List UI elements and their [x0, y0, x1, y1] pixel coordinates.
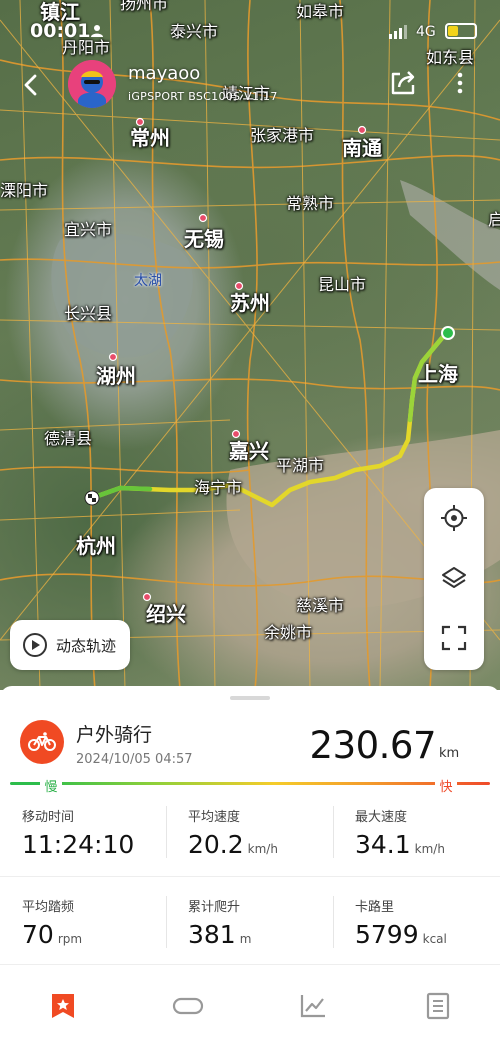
route-end-marker	[84, 490, 100, 506]
map-label: 无锡	[184, 227, 224, 251]
activity-datetime: 2024/10/05 04:57	[76, 752, 193, 767]
share-icon	[391, 71, 415, 95]
stat-label: 最大速度	[355, 810, 408, 825]
stat-label: 卡路里	[355, 900, 395, 915]
activity-type-badge	[20, 720, 64, 764]
username: mayaoo	[128, 63, 201, 84]
map-label: 上海	[418, 362, 458, 386]
layers-icon	[442, 567, 466, 588]
more-vertical-icon	[457, 72, 463, 94]
device-name: iGPSPORT BSC100S V1.17	[128, 90, 278, 103]
map-label: 常州	[130, 126, 170, 150]
stat-elevation-gain: 累计爬升 381 m	[188, 896, 354, 966]
stat-max-speed: 最大速度 34.1 km/h	[355, 806, 500, 876]
map-label: 慈溪市	[296, 596, 345, 615]
stat-value: 11:24:10	[22, 830, 135, 859]
more-button[interactable]	[450, 68, 470, 98]
map-label: 长兴县	[64, 304, 113, 323]
route-icon	[172, 997, 203, 1015]
map-label: 溧阳市	[0, 181, 49, 200]
person-icon	[91, 25, 103, 37]
battery-level	[448, 26, 458, 36]
nav-overview[interactable]	[0, 966, 125, 1046]
activity-sheet: 户外骑行 2024/10/05 04:57 230.67 km 慢 快 移动时间…	[0, 686, 500, 1064]
map-label: 湖州	[96, 364, 136, 388]
map-label: 宜兴市	[64, 220, 113, 239]
divider	[166, 896, 167, 948]
map-label: 如东县	[426, 48, 475, 67]
map-label: 张家港市	[250, 126, 315, 145]
map-label: 平湖市	[276, 456, 325, 475]
network-type: 4G	[416, 24, 436, 40]
stat-avg-speed: 平均速度 20.2 km/h	[188, 806, 354, 876]
stat-calories: 卡路里 5799 kcal	[355, 896, 500, 966]
stat-value: 381 m	[188, 920, 252, 949]
activity-title: 户外骑行	[76, 724, 153, 746]
nav-charts[interactable]	[250, 966, 375, 1046]
bookmark-star-icon	[51, 994, 74, 1018]
stat-value: 34.1 km/h	[355, 830, 445, 859]
back-button[interactable]	[18, 70, 44, 100]
stat-label: 移动时间	[22, 810, 75, 825]
fullscreen-button[interactable]	[424, 608, 484, 668]
locate-button[interactable]	[424, 488, 484, 548]
map-label: 绍兴	[146, 602, 186, 626]
speed-legend-bar	[10, 782, 490, 785]
drag-handle[interactable]	[230, 696, 270, 700]
stat-value: 5799 kcal	[355, 920, 447, 949]
stat-moving-time: 移动时间 11:24:10	[22, 806, 188, 876]
nav-details[interactable]	[375, 966, 500, 1046]
stat-avg-cadence: 平均踏频 70 rpm	[22, 896, 188, 966]
divider	[333, 896, 334, 948]
status-time: 00:01	[30, 20, 91, 42]
bicycle-icon	[28, 732, 56, 751]
avatar-image	[68, 60, 116, 108]
distance-unit: km	[439, 746, 460, 761]
battery-icon	[445, 23, 477, 39]
fullscreen-icon	[441, 625, 467, 651]
speed-fast-label: 快	[435, 776, 457, 795]
map-label: 海宁市	[194, 478, 243, 497]
map-controls	[424, 488, 484, 670]
divider	[333, 806, 334, 858]
distance-value: 230.67	[309, 724, 437, 767]
map-view[interactable]: 镇江 扬州市 如皋市 丹阳市 泰兴市 如东县 靖江市 常州 张家港市 南通 溧阳…	[0, 0, 500, 690]
map-label: 启	[488, 210, 500, 229]
stat-label: 累计爬升	[188, 900, 241, 915]
map-label: 常熟市	[286, 194, 335, 213]
speed-slow-label: 慢	[40, 776, 62, 795]
share-button[interactable]	[388, 68, 418, 98]
bottom-nav	[0, 966, 500, 1046]
nav-laps[interactable]	[125, 966, 250, 1046]
divider	[0, 964, 500, 965]
map-label: 太湖	[134, 273, 162, 289]
divider	[166, 806, 167, 858]
play-circle-icon	[23, 633, 47, 657]
stat-value: 70 rpm	[22, 920, 83, 949]
layers-button[interactable]	[424, 548, 484, 608]
stat-value: 20.2 km/h	[188, 830, 278, 859]
signal-icon	[389, 25, 407, 39]
route-start-marker	[441, 326, 455, 340]
map-label: 余姚市	[264, 623, 313, 642]
map-label: 杭州	[76, 534, 116, 558]
avatar[interactable]	[68, 60, 116, 108]
map-label: 德清县	[44, 429, 93, 448]
playback-button[interactable]: 动态轨迹	[10, 620, 130, 670]
map-label: 南通	[342, 136, 382, 160]
playback-label: 动态轨迹	[56, 636, 117, 655]
stat-label: 平均速度	[188, 810, 241, 825]
chevron-left-icon	[24, 74, 37, 96]
stat-label: 平均踏频	[22, 900, 75, 915]
map-label: 嘉兴	[229, 439, 269, 463]
status-bar: 00:01 4G	[0, 0, 500, 44]
divider	[0, 876, 500, 877]
document-icon	[426, 992, 449, 1020]
chart-icon	[300, 995, 325, 1018]
locate-icon	[441, 505, 467, 531]
map-label: 昆山市	[318, 275, 367, 294]
map-label: 苏州	[230, 291, 270, 315]
